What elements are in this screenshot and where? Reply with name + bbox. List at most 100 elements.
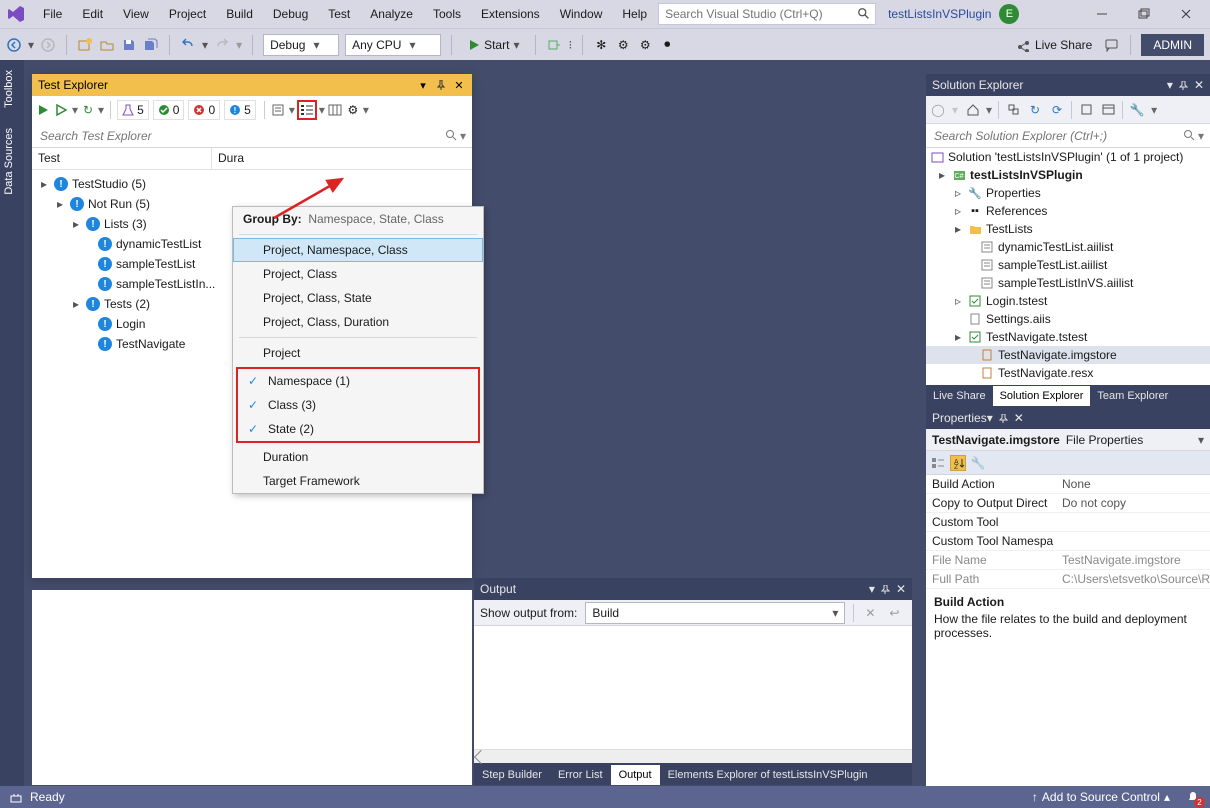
menu-window[interactable]: Window [551, 3, 612, 25]
sync-icon[interactable]: ↻ [1027, 102, 1043, 118]
dropdown-icon[interactable]: ▾ [987, 411, 993, 425]
search-vs-input[interactable] [663, 6, 857, 22]
sln-row[interactable]: TestNavigate.imgstore [926, 346, 1210, 364]
tab-live-share[interactable]: Live Share [926, 386, 993, 406]
menu-extensions[interactable]: Extensions [472, 3, 549, 25]
dropdown-icon[interactable]: ▾ [460, 129, 466, 143]
config-combo[interactable]: Debug▾ [263, 34, 339, 56]
dropdown-icon[interactable]: ▾ [1167, 78, 1173, 92]
start-button[interactable]: Start▾ [462, 36, 525, 54]
toggle-wrap-icon[interactable]: ↩ [886, 605, 902, 621]
pin-icon[interactable] [999, 414, 1008, 423]
alphabetical-icon[interactable]: AZ [950, 455, 966, 471]
sln-row[interactable]: Solution 'testListsInVSPlugin' (1 of 1 p… [926, 148, 1210, 166]
solution-search-input[interactable] [932, 128, 1183, 144]
menu-file[interactable]: File [34, 3, 71, 25]
group-by-icon[interactable] [297, 100, 317, 120]
account-badge[interactable]: E [999, 4, 1019, 24]
notifications-icon[interactable]: 2 [1184, 788, 1202, 806]
stat-notrun[interactable]: !5 [224, 100, 256, 120]
tree-row[interactable]: ▸!TestStudio (5) [32, 174, 472, 194]
group-by-option[interactable]: Project, Class, Duration [233, 310, 483, 334]
toolbox-tab[interactable]: Toolbox [0, 60, 18, 118]
new-project-icon[interactable] [77, 37, 93, 53]
menu-debug[interactable]: Debug [264, 3, 317, 25]
back-icon[interactable]: ◯ [930, 102, 946, 118]
solution-search[interactable]: ▾ [926, 124, 1210, 148]
add-source-control[interactable]: ↑ Add to Source Control ▴ [1032, 790, 1170, 804]
sln-row[interactable]: ▸TestNavigate.tstest [926, 328, 1210, 346]
menu-tools[interactable]: Tools [424, 3, 470, 25]
redo-icon[interactable] [214, 37, 230, 53]
close-icon[interactable]: ✕ [1014, 411, 1024, 425]
gear-arrow-icon[interactable]: ⚙ [637, 37, 653, 53]
menu-edit[interactable]: Edit [73, 3, 112, 25]
playlist-icon[interactable] [271, 102, 287, 118]
group-by-option[interactable]: Project, Class [233, 262, 483, 286]
stat-failed[interactable]: 0 [188, 100, 220, 120]
scope-icon[interactable] [1005, 102, 1021, 118]
group-by-option[interactable]: Project [233, 341, 483, 365]
repeat-icon[interactable]: ↻ [80, 102, 96, 118]
collapse-icon[interactable] [1078, 102, 1094, 118]
sln-row[interactable]: dynamicTestList.aiilist [926, 238, 1210, 256]
account-name[interactable]: testListsInVSPlugin [888, 7, 991, 21]
settings-icon[interactable]: ⚙ [345, 102, 361, 118]
pin-icon[interactable] [1179, 81, 1188, 90]
tab-team-explorer[interactable]: Team Explorer [1090, 386, 1175, 406]
pin-icon[interactable] [881, 585, 890, 594]
tab-error-list[interactable]: Error List [550, 765, 611, 785]
dropdown-icon[interactable]: ▾ [98, 103, 104, 117]
feedback-icon[interactable] [1104, 37, 1120, 53]
dropdown-icon[interactable]: ▾ [869, 582, 875, 596]
prop-row[interactable]: Custom Tool [926, 513, 1210, 532]
sln-row[interactable]: ▹🔧Properties [926, 184, 1210, 202]
window-minimize-icon[interactable] [1084, 3, 1120, 25]
col-test[interactable]: Test [32, 148, 212, 169]
undo-icon[interactable] [180, 37, 196, 53]
nav-back-icon[interactable] [6, 37, 22, 53]
menu-test[interactable]: Test [319, 3, 359, 25]
test-explorer-search[interactable]: ▾ [32, 124, 472, 148]
home-icon[interactable] [964, 102, 980, 118]
gear-icon[interactable]: ⚙ [615, 37, 631, 53]
close-icon[interactable]: ✕ [1194, 78, 1204, 92]
close-icon[interactable]: ✕ [896, 582, 906, 596]
menu-help[interactable]: Help [613, 3, 656, 25]
menu-view[interactable]: View [114, 3, 158, 25]
dropdown-icon[interactable]: ▾ [202, 38, 208, 52]
test-search-input[interactable] [38, 128, 445, 144]
prop-row[interactable]: Custom Tool Namespa [926, 532, 1210, 551]
tab-step-builder[interactable]: Step Builder [474, 765, 550, 785]
sln-row[interactable]: ▸C#testListsInVSPlugin [926, 166, 1210, 184]
dropdown-icon[interactable]: ▾ [363, 103, 369, 117]
dropdown-icon[interactable]: ▾ [1151, 103, 1157, 117]
save-icon[interactable] [121, 37, 137, 53]
dropdown-icon[interactable]: ▾ [416, 78, 430, 92]
properties-titlebar[interactable]: Properties ▾ ✕ [926, 407, 1210, 429]
dropdown-icon[interactable]: ▾ [28, 38, 34, 52]
dropdown-icon[interactable]: ▾ [952, 103, 958, 117]
window-close-icon[interactable] [1168, 3, 1204, 25]
record-icon[interactable]: ⏺ [659, 37, 675, 53]
menu-analyze[interactable]: Analyze [361, 3, 422, 25]
sln-row[interactable]: Settings.aiis [926, 310, 1210, 328]
h-scrollbar[interactable] [474, 749, 912, 763]
data-sources-tab[interactable]: Data Sources [0, 118, 18, 205]
tab-solution-explorer[interactable]: Solution Explorer [993, 386, 1091, 406]
categorized-icon[interactable] [930, 455, 946, 471]
sln-row[interactable]: ▹▪▪References [926, 202, 1210, 220]
step-icon[interactable] [546, 37, 562, 53]
pin-icon[interactable] [434, 78, 448, 92]
close-icon[interactable]: ✕ [452, 78, 466, 92]
group-by-option[interactable]: Duration [233, 445, 483, 469]
output-source-combo[interactable]: Build▾ [585, 602, 845, 624]
save-all-icon[interactable] [143, 37, 159, 53]
tab-output[interactable]: Output [611, 765, 660, 785]
platform-combo[interactable]: Any CPU▾ [345, 34, 441, 56]
showall-icon[interactable] [1100, 102, 1116, 118]
group-by-option[interactable]: Project, Class, State [233, 286, 483, 310]
prop-wrench-icon[interactable]: 🔧 [970, 455, 986, 471]
dropdown-icon[interactable]: ▾ [236, 38, 242, 52]
tab-elements-explorer[interactable]: Elements Explorer of testListsInVSPlugin [660, 765, 876, 785]
